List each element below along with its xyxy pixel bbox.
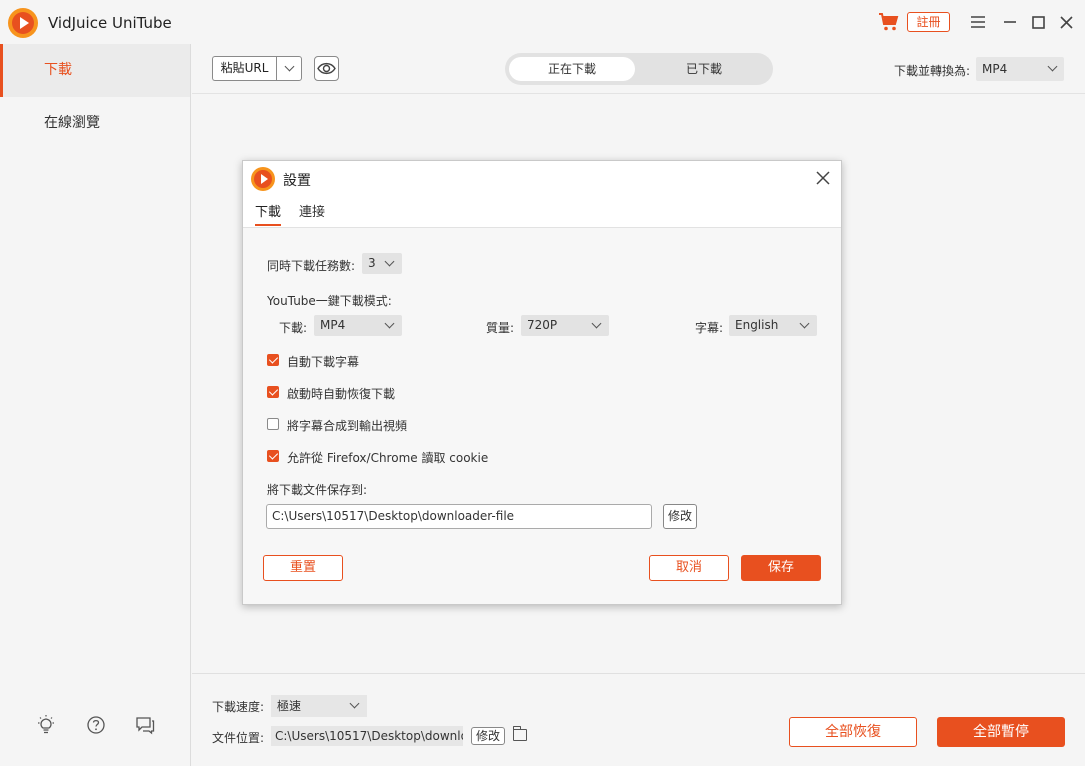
cancel-button[interactable]: 取消 (649, 555, 729, 581)
app-title: VidJuice UniTube (48, 14, 172, 32)
auto-download-subtitles-label: 自動下載字幕 (287, 355, 360, 369)
auto-download-subtitles-checkbox[interactable] (267, 354, 279, 366)
tab-downloading[interactable]: 正在下載 (509, 57, 635, 81)
burn-subtitles-label: 將字幕合成到輸出視頻 (287, 419, 408, 433)
chevron-down-icon (384, 318, 395, 329)
maximize-icon[interactable] (1026, 10, 1050, 34)
location-modify-button[interactable]: 修改 (471, 727, 505, 745)
download-format-label: 下載: (279, 321, 308, 335)
quality-label: 質量: (486, 321, 515, 335)
reset-button[interactable]: 重置 (263, 555, 343, 581)
subtitle-label: 字幕: (695, 321, 724, 335)
sidebar-item-online-browse[interactable]: 在線瀏覽 (0, 97, 190, 150)
download-format-select[interactable]: MP4 (314, 315, 402, 336)
eye-icon (317, 62, 336, 75)
register-button[interactable]: 註冊 (907, 12, 950, 32)
speed-label: 下載速度: (212, 700, 265, 714)
subtitle-value: English (735, 318, 779, 332)
convert-label: 下載並轉換為: (894, 64, 971, 78)
auto-resume-label: 啟動時自動恢復下載 (287, 387, 396, 401)
save-button[interactable]: 保存 (741, 555, 821, 581)
concurrent-tasks-value: 3 (368, 256, 376, 270)
speed-select[interactable]: 極速 (271, 695, 367, 717)
tab-connection-settings[interactable]: 連接 (299, 201, 325, 220)
sidebar-item-download[interactable]: 下載 (0, 44, 190, 97)
quality-select[interactable]: 720P (521, 315, 609, 336)
chevron-down-icon (349, 698, 360, 709)
tab-downloaded[interactable]: 已下載 (641, 57, 767, 81)
chevron-down-icon (799, 318, 810, 329)
dialog-close-icon[interactable] (813, 168, 833, 188)
save-path-input[interactable]: C:\Users\10517\Desktop\downloader-file (266, 504, 652, 529)
dialog-logo (251, 167, 275, 191)
bottom-bar: 下載速度: 極速 文件位置: C:\Users\10517\Desktop\do… (192, 673, 1085, 766)
bulb-icon[interactable] (35, 714, 57, 736)
minimize-icon[interactable] (998, 10, 1022, 34)
resume-all-button[interactable]: 全部恢復 (789, 717, 917, 747)
app-logo (8, 8, 38, 38)
quality-value: 720P (527, 318, 558, 332)
subtitle-select[interactable]: English (729, 315, 817, 336)
location-label: 文件位置: (212, 731, 265, 745)
dialog-header: 設置 下載 連接 (243, 161, 841, 228)
auto-resume-checkbox[interactable] (267, 386, 279, 398)
concurrent-tasks-label: 同時下載任務數: (267, 259, 356, 273)
download-status-tabs: 正在下載 已下載 (505, 53, 773, 85)
location-path[interactable]: C:\Users\10517\Desktop\downloader-file (271, 726, 463, 746)
dialog-title: 設置 (283, 173, 311, 189)
read-cookie-checkbox[interactable] (267, 450, 279, 462)
folder-icon[interactable] (513, 726, 527, 741)
convert-format-value: MP4 (982, 62, 1008, 76)
paste-url-button[interactable]: 粘貼URL (212, 56, 276, 81)
title-bar: VidJuice UniTube 註冊 (0, 0, 1085, 44)
speed-value: 極速 (277, 699, 302, 713)
settings-dialog: 設置 下載 連接 同時下載任務數: 3 YouTube一鍵下載模式: 下載: M… (242, 160, 842, 605)
chevron-down-icon (1047, 61, 1058, 72)
chevron-down-icon (591, 318, 602, 329)
eye-button[interactable] (314, 56, 339, 81)
feedback-icon[interactable] (134, 714, 156, 736)
youtube-mode-label: YouTube一鍵下載模式: (267, 294, 392, 308)
save-to-label: 將下載文件保存到: (267, 483, 368, 497)
chevron-down-icon (284, 61, 295, 72)
close-icon[interactable] (1054, 10, 1078, 34)
menu-icon[interactable] (966, 10, 990, 34)
sidebar: 下載 在線瀏覽 (0, 44, 191, 766)
read-cookie-label: 允許從 Firefox/Chrome 讀取 cookie (287, 451, 489, 465)
chevron-down-icon (384, 256, 395, 267)
download-format-value: MP4 (320, 318, 346, 332)
modify-path-button[interactable]: 修改 (663, 504, 697, 529)
tab-download-settings[interactable]: 下載 (255, 201, 282, 226)
paste-url-dropdown[interactable] (276, 56, 302, 81)
pause-all-button[interactable]: 全部暫停 (937, 717, 1065, 747)
burn-subtitles-checkbox[interactable] (267, 418, 279, 430)
help-icon[interactable] (85, 714, 107, 736)
convert-format-select[interactable]: MP4 (976, 57, 1064, 81)
concurrent-tasks-select[interactable]: 3 (362, 253, 402, 274)
cart-icon[interactable] (878, 12, 900, 32)
toolbar: 粘貼URL 正在下載 已下載 下載並轉換為: MP4 (192, 44, 1085, 94)
